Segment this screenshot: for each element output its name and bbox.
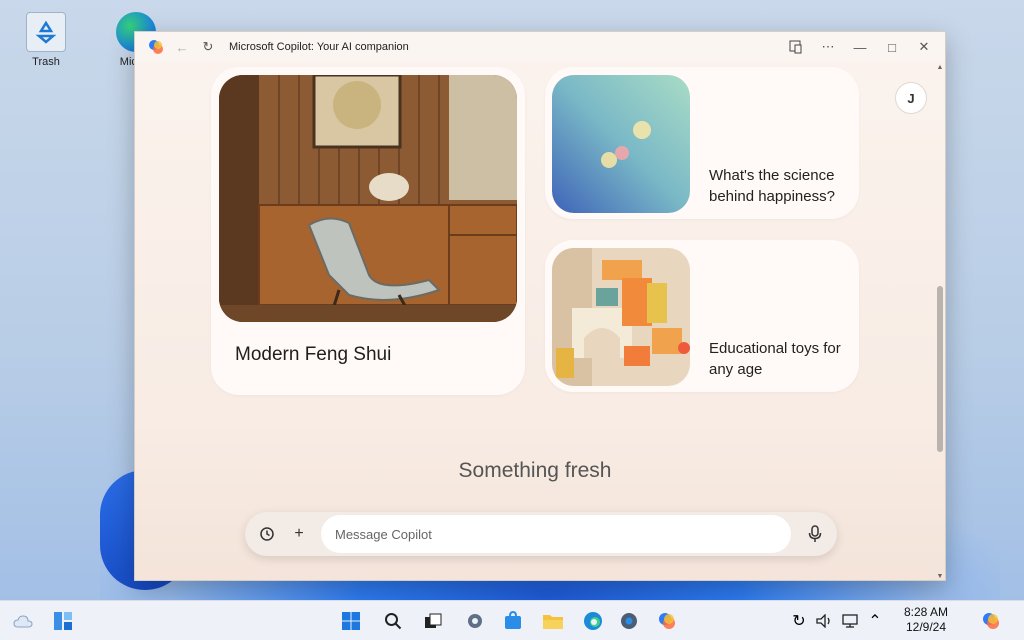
copilot-logo-icon [143, 34, 169, 60]
close-icon[interactable]: ✕ [911, 34, 937, 60]
happiness-image [552, 75, 690, 213]
message-input[interactable] [321, 515, 791, 553]
composer-bar: + [245, 512, 837, 556]
section-heading: Something fresh [458, 459, 612, 482]
store-icon[interactable] [500, 609, 526, 633]
scroll-up-icon[interactable]: ▲ [935, 64, 945, 71]
clock-time: 8:28 AM [903, 605, 949, 619]
network-icon[interactable] [838, 609, 864, 633]
copilot-window: ← ↻ Microsoft Copilot: Your AI companion… [134, 31, 946, 581]
sync-icon[interactable]: ↻ [786, 609, 812, 633]
refresh-icon[interactable]: ↻ [195, 34, 221, 60]
card-title: What's the science behind happiness? [709, 167, 835, 205]
settings-app-icon[interactable] [616, 609, 642, 633]
window-title: Microsoft Copilot: Your AI companion [229, 41, 409, 53]
desktop-icon-label: Trash [32, 56, 60, 68]
microphone-icon[interactable] [803, 522, 827, 546]
feng-shui-image [219, 75, 517, 322]
scroll-down-icon[interactable]: ▼ [935, 573, 945, 580]
discover-card-feng-shui[interactable]: Modern Feng Shui [211, 67, 525, 395]
copilot-taskbar-icon[interactable] [654, 609, 680, 633]
toys-image [552, 248, 690, 386]
discover-card-toys[interactable]: Educational toys for any age [545, 240, 859, 392]
volume-icon[interactable] [812, 609, 838, 633]
start-windows-icon[interactable] [338, 609, 364, 633]
card-title: Educational toys for any age [709, 340, 841, 378]
search-icon[interactable] [380, 609, 406, 633]
app-options-icon[interactable] [783, 34, 809, 60]
taskbar: ↻ ⌃ 8:28 AM 12/9/24 [0, 600, 1024, 640]
edge-browser-icon[interactable] [580, 609, 606, 633]
minimize-icon[interactable]: — [847, 34, 873, 60]
title-bar: ← ↻ Microsoft Copilot: Your AI companion… [135, 32, 945, 62]
recycle-bin-icon [26, 12, 66, 52]
back-arrow-icon[interactable]: ← [169, 34, 195, 60]
scrollbar-thumb[interactable] [937, 286, 943, 452]
system-clock[interactable]: 8:28 AM 12/9/24 [894, 605, 958, 635]
clock-date: 12/9/24 [905, 620, 947, 634]
history-icon[interactable] [255, 522, 279, 546]
card-title: Modern Feng Shui [235, 344, 392, 365]
desktop-icon-trash[interactable]: Trash [14, 12, 78, 68]
vertical-scrollbar[interactable]: ▲ ▼ [935, 62, 945, 580]
weather-cloud-icon[interactable] [10, 609, 36, 633]
new-chat-plus-icon[interactable]: + [287, 522, 311, 546]
file-explorer-icon[interactable] [540, 609, 566, 633]
task-view-icon[interactable] [420, 609, 446, 633]
chevron-up-icon[interactable]: ⌃ [862, 609, 888, 633]
copilot-tray-icon[interactable] [978, 609, 1004, 633]
settings-gear-icon[interactable] [462, 609, 488, 633]
user-avatar[interactable]: J [895, 82, 927, 114]
discover-card-happiness[interactable]: What's the science behind happiness? [545, 67, 859, 219]
widgets-icon[interactable] [50, 609, 76, 633]
maximize-icon[interactable]: □ [879, 34, 905, 60]
more-options-icon[interactable]: ⋯ [815, 34, 841, 60]
